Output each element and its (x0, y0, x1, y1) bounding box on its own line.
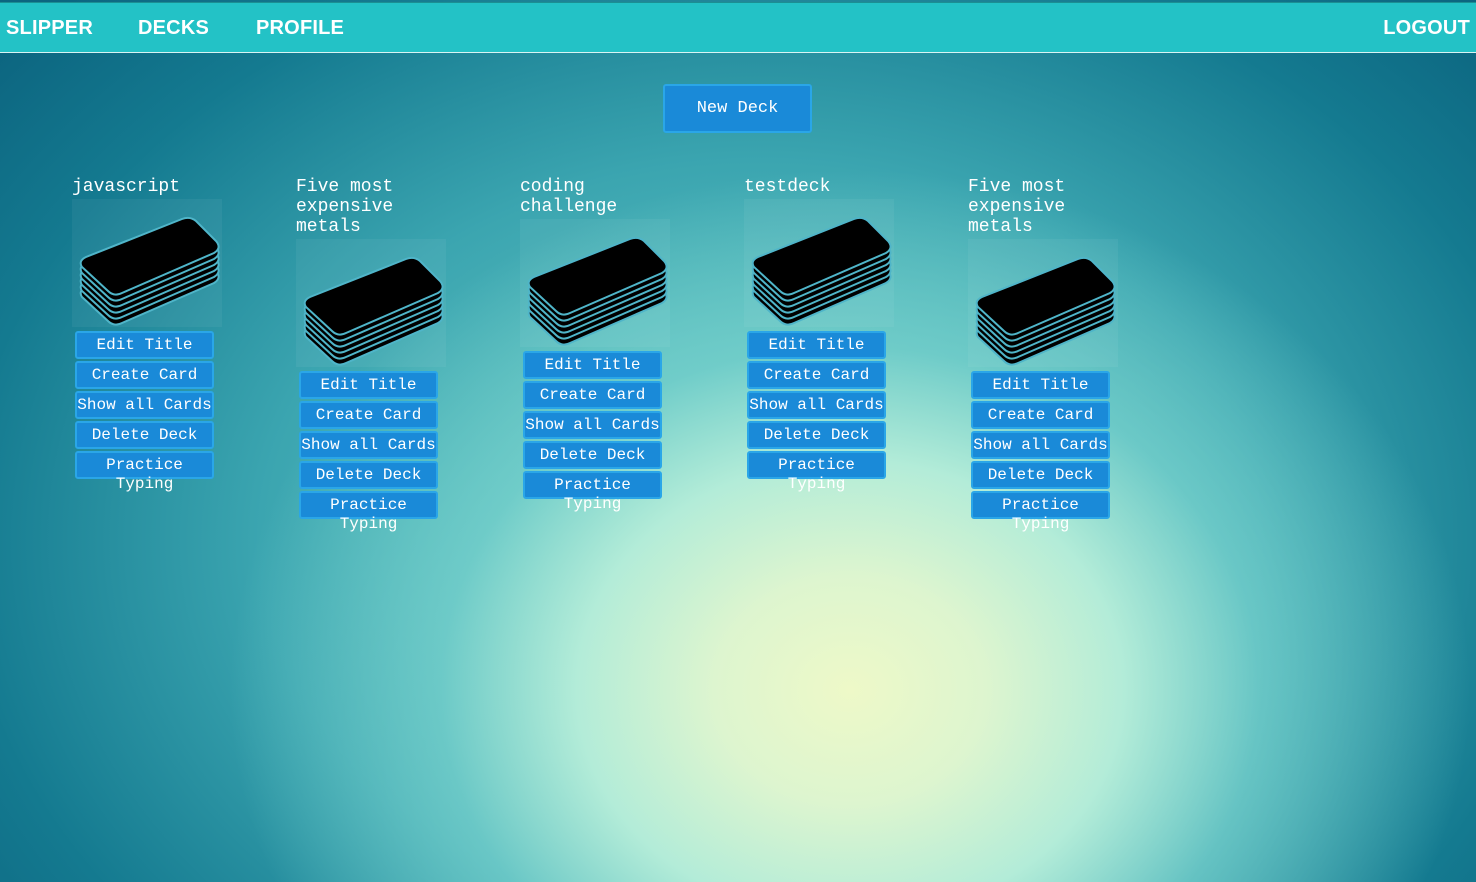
top-navbar: SLIPPER DECKS PROFILE LOGOUT (0, 2, 1476, 53)
nav-brand-link[interactable]: SLIPPER (6, 17, 93, 40)
delete-deck-label: Delete Deck (539, 446, 646, 464)
deck-actions: Edit Title Create Card Show all Cards De… (75, 331, 222, 493)
create-card-button[interactable]: Create Card (523, 381, 662, 409)
edit-title-button[interactable]: Edit Title (75, 331, 214, 359)
show-all-cards-button[interactable]: Show all Cards (971, 431, 1110, 459)
card-stack-icon (744, 199, 894, 327)
deck-actions: Edit Title Create Card Show all Cards De… (523, 351, 670, 513)
show-all-cards-label: Show all Cards (525, 416, 660, 434)
create-card-button[interactable]: Create Card (299, 401, 438, 429)
nav-decks-link[interactable]: DECKS (138, 17, 209, 40)
card-stack-icon (72, 199, 222, 327)
deck-title: Five most expensive metals (968, 177, 1066, 237)
delete-deck-label: Delete Deck (987, 466, 1094, 484)
show-all-cards-button[interactable]: Show all Cards (75, 391, 214, 419)
card-stack-icon (296, 239, 446, 367)
delete-deck-label: Delete Deck (91, 426, 198, 444)
deck-card: javascript Edit Title Create Card Show a… (72, 177, 222, 493)
practice-typing-button[interactable]: Practice Typing (523, 471, 662, 513)
new-deck-button[interactable]: New Deck (663, 84, 812, 133)
create-card-label: Create Card (91, 366, 198, 384)
deck-title: Five most expensive metals (296, 177, 394, 237)
edit-title-label: Edit Title (992, 376, 1089, 394)
edit-title-label: Edit Title (544, 356, 641, 374)
deck-actions: Edit Title Create Card Show all Cards De… (971, 371, 1118, 533)
create-card-button[interactable]: Create Card (971, 401, 1110, 429)
deck-card: testdeck Edit Title Create Card Show all… (744, 177, 894, 493)
practice-typing-label: Practice Typing (106, 456, 183, 493)
deck-card: Five most expensive metals Edit Title Cr… (296, 177, 446, 533)
card-stack-icon (520, 219, 670, 347)
create-card-label: Create Card (987, 406, 1094, 424)
show-all-cards-label: Show all Cards (973, 436, 1108, 454)
edit-title-button[interactable]: Edit Title (523, 351, 662, 379)
nav-logout-link[interactable]: LOGOUT (1383, 17, 1470, 40)
show-all-cards-label: Show all Cards (301, 436, 436, 454)
show-all-cards-label: Show all Cards (77, 396, 212, 414)
practice-typing-label: Practice Typing (1002, 496, 1079, 533)
card-stack-icon (968, 239, 1118, 367)
edit-title-button[interactable]: Edit Title (299, 371, 438, 399)
deck-card: Five most expensive metals Edit Title Cr… (968, 177, 1118, 533)
show-all-cards-button[interactable]: Show all Cards (523, 411, 662, 439)
practice-typing-button[interactable]: Practice Typing (971, 491, 1110, 533)
delete-deck-button[interactable]: Delete Deck (971, 461, 1110, 489)
deck-title: javascript (72, 177, 181, 197)
delete-deck-button[interactable]: Delete Deck (299, 461, 438, 489)
create-card-button[interactable]: Create Card (75, 361, 214, 389)
practice-typing-label: Practice Typing (778, 456, 855, 493)
edit-title-label: Edit Title (768, 336, 865, 354)
nav-profile-link[interactable]: PROFILE (256, 17, 344, 40)
deck-title: testdeck (744, 177, 831, 197)
practice-typing-button[interactable]: Practice Typing (75, 451, 214, 493)
deck-title: coding challenge (520, 177, 618, 217)
create-card-label: Create Card (539, 386, 646, 404)
delete-deck-label: Delete Deck (315, 466, 422, 484)
practice-typing-button[interactable]: Practice Typing (747, 451, 886, 493)
delete-deck-button[interactable]: Delete Deck (747, 421, 886, 449)
edit-title-label: Edit Title (96, 336, 193, 354)
show-all-cards-button[interactable]: Show all Cards (299, 431, 438, 459)
deck-actions: Edit Title Create Card Show all Cards De… (299, 371, 446, 533)
show-all-cards-label: Show all Cards (749, 396, 884, 414)
practice-typing-label: Practice Typing (554, 476, 631, 513)
edit-title-label: Edit Title (320, 376, 417, 394)
create-card-label: Create Card (763, 366, 870, 384)
deck-card: coding challenge Edit Title Create Card … (520, 177, 670, 513)
delete-deck-button[interactable]: Delete Deck (75, 421, 214, 449)
show-all-cards-button[interactable]: Show all Cards (747, 391, 886, 419)
create-card-button[interactable]: Create Card (747, 361, 886, 389)
create-card-label: Create Card (315, 406, 422, 424)
edit-title-button[interactable]: Edit Title (747, 331, 886, 359)
delete-deck-button[interactable]: Delete Deck (523, 441, 662, 469)
delete-deck-label: Delete Deck (763, 426, 870, 444)
deck-actions: Edit Title Create Card Show all Cards De… (747, 331, 894, 493)
practice-typing-button[interactable]: Practice Typing (299, 491, 438, 533)
practice-typing-label: Practice Typing (330, 496, 407, 533)
edit-title-button[interactable]: Edit Title (971, 371, 1110, 399)
